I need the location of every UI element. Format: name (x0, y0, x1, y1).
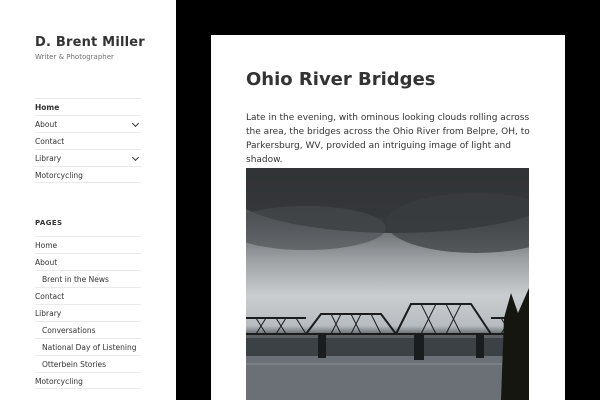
primary-menu: Home About Contact Library Motorcycling (35, 98, 141, 183)
pages-item-brent-in-the-news[interactable]: Brent in the News (35, 270, 141, 287)
menu-item-label: Motorcycling (35, 171, 83, 180)
pages-item-library[interactable]: Library (35, 304, 141, 321)
sidebar: D. Brent Miller Writer & Photographer Ho… (0, 0, 176, 400)
pages-item-contact[interactable]: Contact (35, 287, 141, 304)
pages-item-about[interactable]: About (35, 253, 141, 270)
pages-item-label: About (35, 258, 58, 267)
bridge-photo[interactable] (246, 168, 529, 400)
pages-item-label: Contact (35, 292, 65, 301)
pages-item-label: Otterbein Stories (42, 360, 107, 369)
menu-item-motorcycling[interactable]: Motorcycling (35, 166, 141, 183)
menu-item-home[interactable]: Home (35, 98, 141, 115)
pages-item-label: National Day of Listening (42, 343, 137, 352)
menu-item-about[interactable]: About (35, 115, 141, 132)
chevron-down-icon[interactable] (131, 119, 140, 128)
pages-item-conversations[interactable]: Conversations (35, 321, 141, 338)
pages-item-label: Motorcycling (35, 377, 83, 386)
menu-item-contact[interactable]: Contact (35, 132, 141, 149)
chevron-down-icon[interactable] (131, 153, 140, 162)
pages-item-home[interactable]: Home (35, 236, 141, 253)
menu-item-label: About (35, 120, 58, 129)
pages-item-label: Library (35, 309, 62, 318)
menu-item-library[interactable]: Library (35, 149, 141, 166)
site-title[interactable]: D. Brent Miller (35, 35, 145, 50)
menu-item-label: Contact (35, 137, 65, 146)
pages-item-otterbein-stories[interactable]: Otterbein Stories (35, 355, 141, 372)
pages-item-label: Conversations (42, 326, 96, 335)
post-article: Ohio River Bridges Late in the evening, … (211, 35, 565, 400)
pages-item-label: Home (35, 241, 58, 250)
menu-item-label: Home (35, 103, 60, 112)
post-body: Late in the evening, with ominous lookin… (246, 113, 530, 165)
pages-item-label: Brent in the News (42, 275, 109, 284)
site-description: Writer & Photographer (35, 53, 114, 61)
post-title[interactable]: Ohio River Bridges (246, 69, 436, 90)
pages-widget-heading: PAGES (35, 219, 63, 227)
pages-item-motorcycling[interactable]: Motorcycling (35, 372, 141, 389)
pages-widget-list: Home About Brent in the News Contact Lib… (35, 236, 141, 389)
bridge-photo-image (246, 168, 529, 400)
menu-item-label: Library (35, 154, 62, 163)
pages-item-national-day-of-listening[interactable]: National Day of Listening (35, 338, 141, 355)
